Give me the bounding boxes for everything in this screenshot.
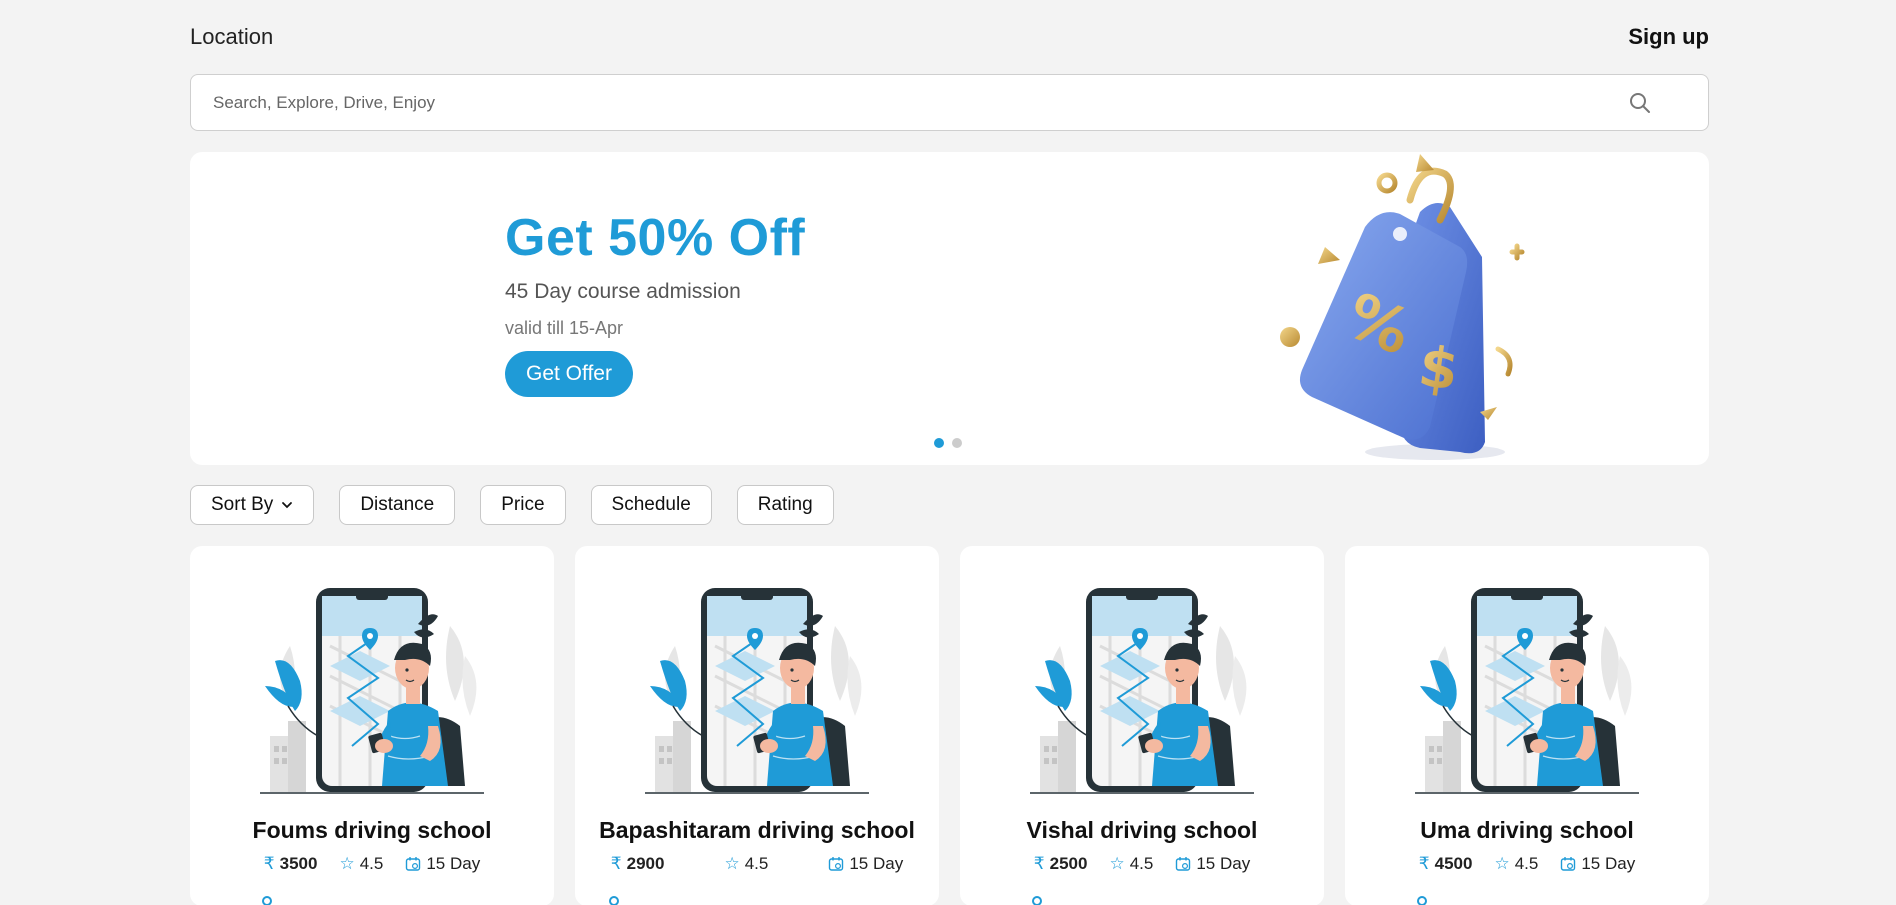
rupee-icon: ₹ bbox=[1418, 854, 1430, 873]
calendar-icon bbox=[829, 857, 844, 871]
school-rating: 4.5 bbox=[359, 854, 384, 873]
school-card[interactable]: Vishal driving school ₹2500 ☆ 4.5 15 Day bbox=[960, 546, 1324, 905]
driver-map-illustration bbox=[1030, 586, 1254, 796]
price-tag-illustration: % $ bbox=[1280, 154, 1525, 460]
promo-title: Get 50% Off bbox=[505, 209, 806, 267]
search-bar bbox=[190, 74, 1709, 131]
school-name: Bapashitaram driving school bbox=[599, 817, 915, 843]
school-card[interactable]: Uma driving school ₹4500 ☆ 4.5 15 Day bbox=[1345, 546, 1709, 905]
filter-rating[interactable]: Rating bbox=[736, 485, 834, 525]
school-price: 3500 bbox=[279, 854, 318, 873]
school-meta: ₹2900 ☆ 4.5 15 Day bbox=[575, 854, 939, 874]
school-name: Foums driving school bbox=[252, 817, 492, 843]
school-duration: 15 Day bbox=[426, 854, 481, 873]
school-rating: 4.5 bbox=[744, 854, 769, 873]
calendar-icon bbox=[1561, 857, 1576, 871]
calendar-icon bbox=[406, 857, 421, 871]
filter-price[interactable]: Price bbox=[480, 485, 566, 525]
school-name: Uma driving school bbox=[1420, 817, 1634, 843]
calendar-icon bbox=[1176, 857, 1191, 871]
location-pin-icon bbox=[262, 896, 272, 905]
school-card[interactable]: Foums driving school ₹3500 ☆ 4.5 15 Day bbox=[190, 546, 554, 905]
driver-map-illustration bbox=[645, 586, 869, 796]
school-meta: ₹3500 ☆ 4.5 15 Day bbox=[190, 854, 554, 874]
signup-link[interactable]: Sign up bbox=[1628, 24, 1709, 50]
top-bar: Location Sign up bbox=[190, 0, 1709, 74]
school-meta: ₹4500 ☆ 4.5 15 Day bbox=[1345, 854, 1709, 874]
promo-copy: Get 50% Off 45 Day course admission vali… bbox=[505, 208, 805, 397]
promo-subtitle: 45 Day course admission bbox=[505, 280, 741, 303]
location-pin-icon bbox=[609, 896, 619, 905]
get-offer-button[interactable]: Get Offer bbox=[505, 351, 633, 397]
location-button[interactable]: Location bbox=[190, 24, 273, 50]
location-pin-icon bbox=[1417, 896, 1427, 905]
carousel-dot-2[interactable] bbox=[952, 438, 962, 448]
chevron-down-icon bbox=[282, 502, 293, 509]
school-card[interactable]: Bapashitaram driving school ₹2900 ☆ 4.5 1… bbox=[575, 546, 939, 905]
star-icon: ☆ bbox=[1494, 854, 1510, 873]
school-rating: 4.5 bbox=[1129, 854, 1154, 873]
school-meta: ₹2500 ☆ 4.5 15 Day bbox=[960, 854, 1324, 874]
star-icon: ☆ bbox=[724, 854, 740, 873]
carousel-dot-1[interactable] bbox=[934, 438, 944, 448]
promo-banner: Get 50% Off 45 Day course admission vali… bbox=[190, 152, 1709, 465]
page: Location Sign up Get 50% Off 45 Day cour… bbox=[190, 0, 1709, 905]
driver-map-illustration bbox=[1415, 586, 1639, 796]
star-icon: ☆ bbox=[1109, 854, 1125, 873]
search-icon[interactable] bbox=[1628, 91, 1686, 115]
filter-distance[interactable]: Distance bbox=[339, 485, 456, 525]
school-name: Vishal driving school bbox=[1026, 817, 1258, 843]
school-list: Foums driving school ₹3500 ☆ 4.5 15 Day B… bbox=[190, 546, 1709, 905]
star-icon: ☆ bbox=[339, 854, 355, 873]
school-duration: 15 Day bbox=[849, 854, 904, 873]
filter-schedule[interactable]: Schedule bbox=[590, 485, 712, 525]
rupee-icon: ₹ bbox=[1033, 854, 1045, 873]
school-rating: 4.5 bbox=[1514, 854, 1539, 873]
filter-bar: Sort By Distance Price Schedule Rating bbox=[190, 485, 1709, 525]
school-price: 2900 bbox=[626, 854, 665, 873]
search-input[interactable] bbox=[213, 92, 1628, 113]
carousel-dots bbox=[934, 438, 962, 448]
school-duration: 15 Day bbox=[1196, 854, 1251, 873]
location-pin-icon bbox=[1032, 896, 1042, 905]
driver-map-illustration bbox=[260, 586, 484, 796]
rupee-icon: ₹ bbox=[263, 854, 275, 873]
school-price: 4500 bbox=[1434, 854, 1473, 873]
school-duration: 15 Day bbox=[1581, 854, 1636, 873]
school-price: 2500 bbox=[1049, 854, 1088, 873]
promo-validity: valid till 15-Apr bbox=[505, 318, 624, 338]
sort-by-dropdown[interactable]: Sort By bbox=[190, 485, 315, 525]
sort-by-label: Sort By bbox=[211, 494, 274, 515]
rupee-icon: ₹ bbox=[610, 854, 622, 873]
